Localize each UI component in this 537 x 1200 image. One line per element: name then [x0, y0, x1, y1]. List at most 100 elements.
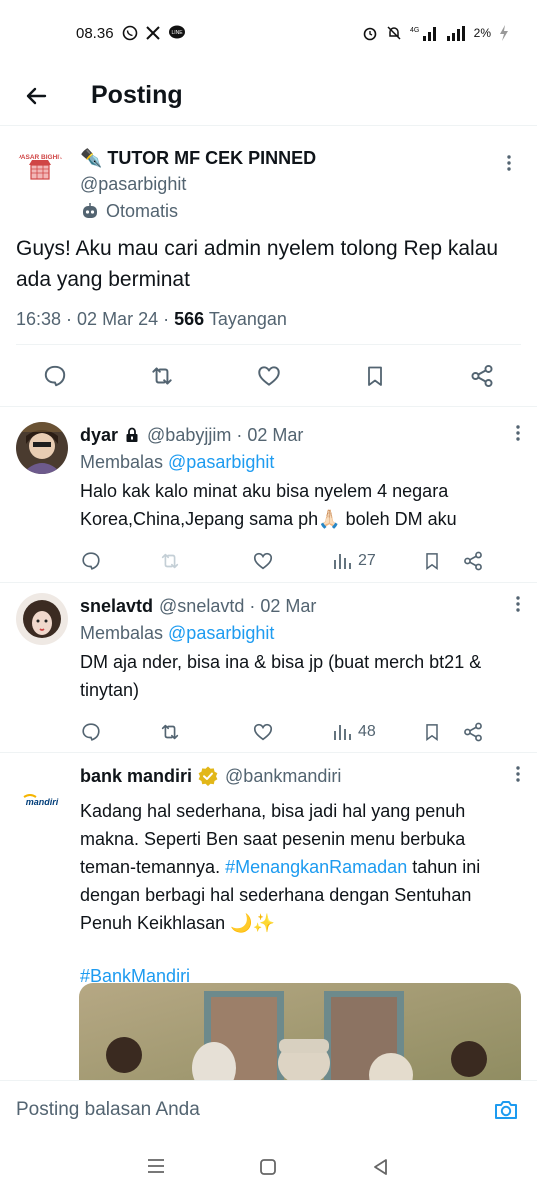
menu-icon — [148, 1159, 165, 1173]
bar-chart-icon — [334, 725, 351, 740]
triangle-back-icon — [373, 1159, 387, 1175]
more-options-button[interactable] — [515, 424, 521, 447]
post-actions — [0, 345, 537, 407]
avatar[interactable] — [16, 593, 68, 645]
lock-icon — [126, 427, 138, 442]
robot-icon — [83, 203, 97, 218]
heart-icon — [257, 365, 280, 386]
post-timestamp[interactable]: 16:38 · 02 Mar 24 · — [16, 309, 174, 329]
more-vertical-icon — [516, 425, 520, 441]
avatar[interactable] — [16, 422, 68, 474]
more-vertical-icon — [507, 155, 511, 171]
bookmark-icon — [426, 724, 438, 741]
comment-icon — [44, 365, 66, 386]
reply-actions: 27 — [80, 533, 521, 589]
reply-text: DM aja nder, bisa ina & bisa jp (buat me… — [80, 652, 482, 700]
x-icon — [145, 26, 160, 40]
arrow-left-icon — [26, 87, 47, 104]
replying-to-link[interactable]: @pasarbighit — [168, 623, 274, 643]
reply-button[interactable] — [80, 721, 158, 743]
reply-display-name[interactable]: snelavtd — [80, 596, 153, 617]
line-icon: LINE — [168, 25, 186, 41]
system-nav-bar — [0, 1138, 537, 1200]
views-button[interactable]: 27 — [332, 551, 422, 571]
page-title: Posting — [91, 81, 183, 109]
signal-icon — [446, 25, 466, 41]
repost-icon — [161, 553, 179, 569]
repost-button[interactable] — [147, 361, 177, 391]
svg-text:LINE: LINE — [171, 30, 183, 36]
more-options-button[interactable] — [515, 595, 521, 618]
status-time: 08.36 — [76, 24, 114, 42]
svg-text:mandiri: mandiri — [26, 797, 59, 807]
reply-handle[interactable]: @babyjjim · 02 Mar — [147, 425, 303, 446]
more-options-button[interactable] — [497, 151, 521, 175]
home-square-icon — [260, 1159, 277, 1175]
post-info: 16:38 · 02 Mar 24 · 566 Tayangan — [16, 295, 521, 345]
reply-button[interactable] — [80, 550, 158, 572]
recent-apps-button[interactable] — [147, 1158, 165, 1179]
post-text: Guys! Aku mau cari admin nyelem tolong R… — [16, 237, 499, 291]
camera-icon — [495, 1100, 517, 1119]
views-count: 27 — [358, 552, 376, 569]
like-button[interactable] — [252, 550, 332, 572]
reply-composer[interactable]: Posting balasan Anda — [0, 1080, 537, 1138]
verified-badge-icon — [198, 766, 218, 786]
heart-icon — [253, 552, 273, 570]
views-button[interactable]: 48 — [332, 722, 422, 742]
back-nav-button[interactable] — [372, 1158, 390, 1181]
replying-to-link[interactable]: @pasarbighit — [168, 452, 274, 472]
alarm-icon — [362, 25, 378, 41]
reply-item[interactable]: dyar @babyjjim · 02 Mar Membalas @pasarb… — [0, 412, 537, 583]
reply-button[interactable] — [40, 361, 70, 391]
camera-button[interactable] — [491, 1095, 521, 1125]
reply-handle[interactable]: @snelavtd · 02 Mar — [159, 596, 316, 617]
replying-to: Membalas @pasarbighit — [80, 448, 521, 477]
charging-icon — [499, 25, 509, 41]
reply-handle[interactable]: @bankmandiri — [225, 766, 341, 787]
main-post: PASAR BIGHIT ✒️ TUTOR MF CEK PINNED @pas… — [0, 127, 537, 407]
share-icon — [464, 551, 482, 571]
hashtag-link[interactable]: #MenangkanRamadan — [225, 857, 407, 877]
like-button[interactable] — [254, 361, 284, 391]
status-bar: 08.36 LINE 4G 2% — [0, 0, 537, 66]
share-button[interactable] — [462, 721, 484, 743]
header: Posting — [0, 66, 537, 126]
display-name[interactable]: ✒️ TUTOR MF CEK PINNED — [80, 148, 316, 169]
heart-icon — [253, 723, 273, 741]
avatar[interactable]: PASAR BIGHIT — [16, 145, 64, 193]
share-button[interactable] — [467, 361, 497, 391]
replying-prefix: Membalas — [80, 623, 169, 643]
mute-icon — [386, 25, 402, 41]
bar-chart-icon — [334, 554, 351, 569]
repost-button[interactable] — [158, 721, 252, 743]
reply-item[interactable]: snelavtd @snelavtd · 02 Mar Membalas @pa… — [0, 583, 537, 753]
more-options-button[interactable] — [515, 765, 521, 788]
repost-button — [158, 550, 252, 572]
repost-icon — [152, 366, 172, 385]
home-button[interactable] — [259, 1158, 277, 1181]
battery-percent: 2% — [473, 26, 491, 40]
views-count: 566 — [174, 309, 205, 329]
reply-display-name[interactable]: bank mandiri — [80, 766, 192, 787]
bookmark-icon — [368, 366, 383, 386]
reply-text: Halo kak kalo minat aku bisa nyelem 4 ne… — [80, 481, 457, 529]
bookmark-button[interactable] — [360, 361, 390, 391]
more-vertical-icon — [516, 766, 520, 782]
avatar[interactable]: mandiri — [16, 763, 68, 815]
more-vertical-icon — [516, 596, 520, 612]
whatsapp-icon — [122, 25, 138, 41]
bookmark-button[interactable] — [422, 550, 462, 572]
views-label: Tayangan — [208, 309, 287, 329]
reply-input[interactable]: Posting balasan Anda — [16, 1099, 491, 1121]
share-button[interactable] — [462, 550, 484, 572]
repost-icon — [161, 724, 179, 740]
handle[interactable]: @pasarbighit — [80, 171, 497, 197]
signal-4g-icon: 4G — [410, 25, 438, 41]
share-icon — [471, 364, 493, 387]
like-button[interactable] — [252, 721, 332, 743]
reply-display-name[interactable]: dyar — [80, 425, 118, 446]
comment-icon — [82, 723, 100, 741]
bookmark-button[interactable] — [422, 721, 462, 743]
back-button[interactable] — [0, 66, 72, 126]
